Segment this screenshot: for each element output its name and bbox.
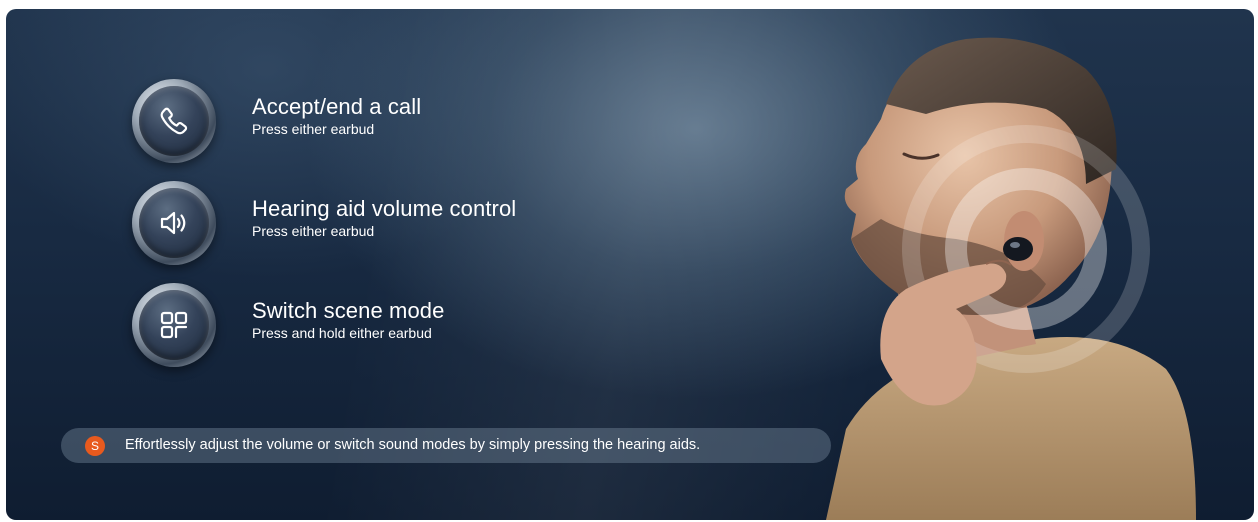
feature-volume-control: Hearing aid volume control Press either …	[132, 181, 592, 265]
feature-banner: Accept/end a call Press either earbud He…	[6, 9, 1254, 520]
feature-title: Accept/end a call	[252, 94, 422, 119]
caption-pill: S Effortlessly adjust the volume or swit…	[61, 428, 831, 463]
caption-text: Effortlessly adjust the volume or switch…	[125, 437, 701, 453]
feature-title: Hearing aid volume control	[252, 196, 517, 221]
feature-title: Switch scene mode	[252, 298, 445, 323]
feature-subtitle: Press either earbud	[252, 223, 375, 239]
badge-icon: S	[85, 436, 105, 456]
icon-ring	[132, 283, 216, 367]
man-wearing-earbud-photo	[826, 37, 1196, 520]
icon-ring	[132, 181, 216, 265]
feature-accept-call: Accept/end a call Press either earbud	[132, 79, 592, 163]
grid-mode-icon	[139, 290, 209, 360]
feature-subtitle: Press and hold either earbud	[252, 325, 432, 341]
feature-subtitle: Press either earbud	[252, 121, 375, 137]
speaker-volume-icon	[139, 188, 209, 258]
phone-icon	[139, 86, 209, 156]
icon-ring	[132, 79, 216, 163]
feature-scene-mode: Switch scene mode Press and hold either …	[132, 283, 592, 367]
